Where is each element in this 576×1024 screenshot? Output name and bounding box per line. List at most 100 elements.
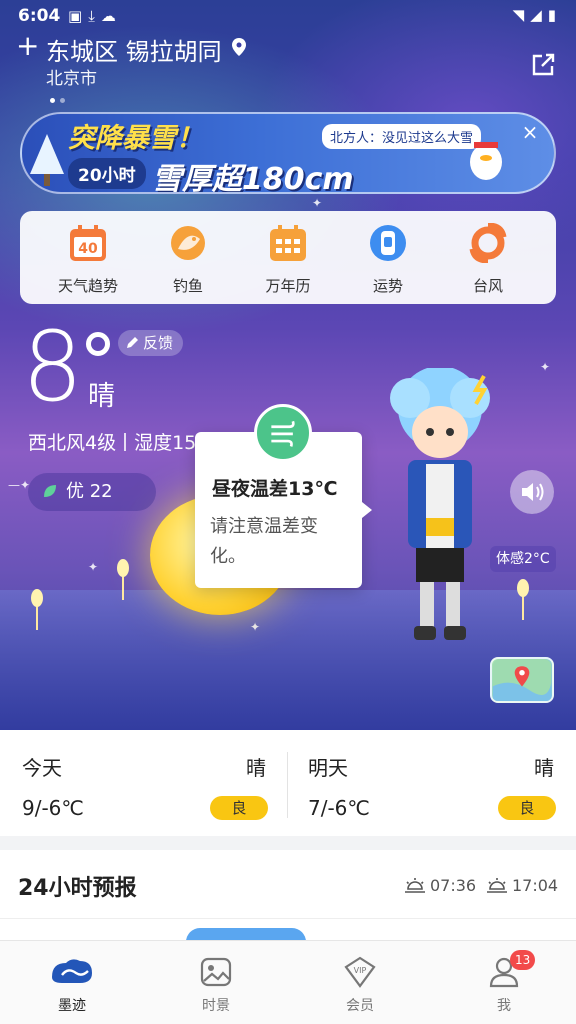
sparkle-icon: ✦	[88, 560, 99, 574]
moji-logo-icon	[52, 959, 92, 983]
tool-label: 钓鱼	[172, 277, 203, 295]
tool-fortune[interactable]: 运势	[338, 223, 438, 296]
daily-forecast: 今天 晴 9/-6℃ 良 明天 晴 7/-6℃ 良	[0, 730, 576, 836]
promo-banner[interactable]: 突降暴雪！ 20小时 雪厚超180cm 北方人：没见过这么大雪 ×	[20, 112, 556, 194]
svg-text:VIP: VIP	[354, 966, 367, 975]
tab-profile[interactable]: 我	[454, 955, 554, 1015]
add-city-icon[interactable]: +	[16, 32, 40, 60]
status-bar: 6:04 ▣⤓☁ ◥◢▮	[0, 0, 576, 32]
picture-icon	[200, 957, 232, 987]
day-name: 今天	[22, 756, 62, 780]
separator	[124, 433, 127, 451]
location-title[interactable]: 东城区 锡拉胡同	[46, 32, 222, 67]
tool-label: 台风	[472, 277, 503, 295]
banner-headline: 雪厚超180cm	[152, 162, 354, 194]
tool-weather-trend[interactable]: 40 天气趋势	[38, 223, 138, 296]
sparkle-icon: ✦	[250, 620, 261, 634]
mascot-icon	[470, 142, 502, 180]
sprout-icon	[117, 559, 129, 600]
hourly-forecast: 24小时预报 07:36 17:04	[0, 850, 576, 958]
day-card-today[interactable]: 今天 晴 9/-6℃ 良	[0, 730, 288, 836]
banner-close-button[interactable]: ×	[518, 120, 542, 144]
download-icon: ⤓	[88, 7, 101, 25]
tab-label: 时景	[202, 998, 230, 1014]
tool-fishing[interactable]: 钓鱼	[138, 223, 238, 296]
banner-title: 突降暴雪！	[68, 123, 203, 154]
fortune-icon	[370, 225, 406, 261]
tool-label: 万年历	[265, 277, 311, 295]
day-card-tomorrow[interactable]: 明天 晴 7/-6℃ 良	[288, 730, 576, 836]
sunset: 17:04	[486, 876, 558, 895]
pencil-icon	[127, 337, 138, 348]
sunrise: 07:36	[404, 876, 476, 895]
tab-label: 我	[497, 998, 511, 1014]
cloud-icon: ☁	[100, 7, 122, 25]
character-illustration[interactable]	[380, 368, 500, 648]
share-icon[interactable]	[528, 50, 558, 80]
tool-label: 天气趋势	[57, 277, 118, 295]
divider	[0, 918, 576, 919]
calendar-40-icon: 40	[70, 225, 106, 261]
day-temp-range: 7/-6℃	[308, 796, 370, 820]
bottom-tab-bar: 墨迹 时景 VIP 会员 我	[0, 940, 576, 1024]
popup-body: 请注意温差变化。	[210, 516, 318, 567]
sunrise-time: 07:36	[430, 876, 477, 895]
calendar-40-text: 40	[78, 241, 98, 257]
typhoon-icon	[469, 223, 507, 263]
leaf-icon	[44, 485, 56, 497]
current-condition: 晴	[88, 381, 115, 412]
battery-icon: ▮	[547, 6, 562, 24]
popup-arrow	[362, 502, 372, 518]
city-subtitle: 北京市	[46, 69, 97, 89]
tab-label: 墨迹	[58, 998, 86, 1014]
degree-symbol	[86, 332, 110, 356]
page-indicator	[50, 88, 70, 107]
hourly-title: 24小时预报	[18, 876, 137, 901]
shooting-star-icon: —✦	[8, 478, 31, 492]
tab-scenes[interactable]: 时景	[166, 955, 266, 1015]
popup-title: 昼夜温差13℃	[212, 478, 338, 500]
quick-tools: 40 天气趋势 钓鱼 万年历 运势 台风	[20, 211, 556, 304]
day-aqi-badge: 良	[498, 796, 556, 820]
feels-like-badge: 体感2°C	[490, 546, 556, 572]
wind-humidity: 西北风4级 湿度15%	[28, 428, 214, 455]
aqi-text: 优 22	[66, 481, 113, 502]
feedback-button[interactable]: 反馈	[118, 330, 184, 356]
feedback-label: 反馈	[143, 334, 174, 352]
tab-vip[interactable]: VIP 会员	[310, 955, 410, 1015]
sunset-time: 17:04	[512, 876, 559, 895]
notification-badge: 13	[510, 950, 536, 970]
aqi-pill[interactable]: 优 22	[28, 473, 156, 511]
day-name: 明天	[308, 756, 348, 780]
banner-tag: 北方人：没见过这么大雪	[322, 124, 482, 149]
tool-perpetual-calendar[interactable]: 万年历	[238, 223, 338, 296]
tab-moji[interactable]: 墨迹	[22, 955, 122, 1015]
sunset-icon	[487, 878, 507, 893]
tool-typhoon[interactable]: 台风	[438, 223, 538, 296]
status-time: 6:04	[18, 6, 61, 26]
sparkle-icon: ✦	[312, 196, 323, 210]
tab-label: 会员	[346, 998, 374, 1014]
wind-icon	[254, 404, 312, 462]
day-temp-range: 9/-6℃	[22, 796, 84, 820]
image-icon: ▣	[68, 7, 89, 25]
fish-icon	[171, 226, 205, 260]
weather-hero: ✦ ✦ ✦ ✦ —✦	[0, 0, 576, 730]
notification-icons: ▣⤓☁	[68, 7, 122, 25]
wind-text: 西北风4级	[28, 432, 117, 454]
vip-icon: VIP	[344, 956, 376, 988]
banner-hours: 20小时	[68, 158, 146, 189]
speaker-icon[interactable]	[510, 470, 554, 514]
day-condition: 晴	[246, 756, 266, 780]
sprout-icon	[517, 579, 529, 620]
location-pin-icon	[232, 38, 246, 56]
calendar-grid-icon	[270, 225, 306, 261]
sunrise-icon	[405, 878, 425, 893]
signal-icon: ◢	[530, 6, 548, 24]
snow-tree-icon	[30, 134, 64, 186]
current-temperature: 8	[22, 311, 84, 423]
tool-label: 运势	[372, 277, 403, 295]
wifi-icon: ◥	[512, 6, 531, 24]
map-icon[interactable]	[490, 657, 554, 703]
sparkle-icon: ✦	[540, 360, 551, 374]
